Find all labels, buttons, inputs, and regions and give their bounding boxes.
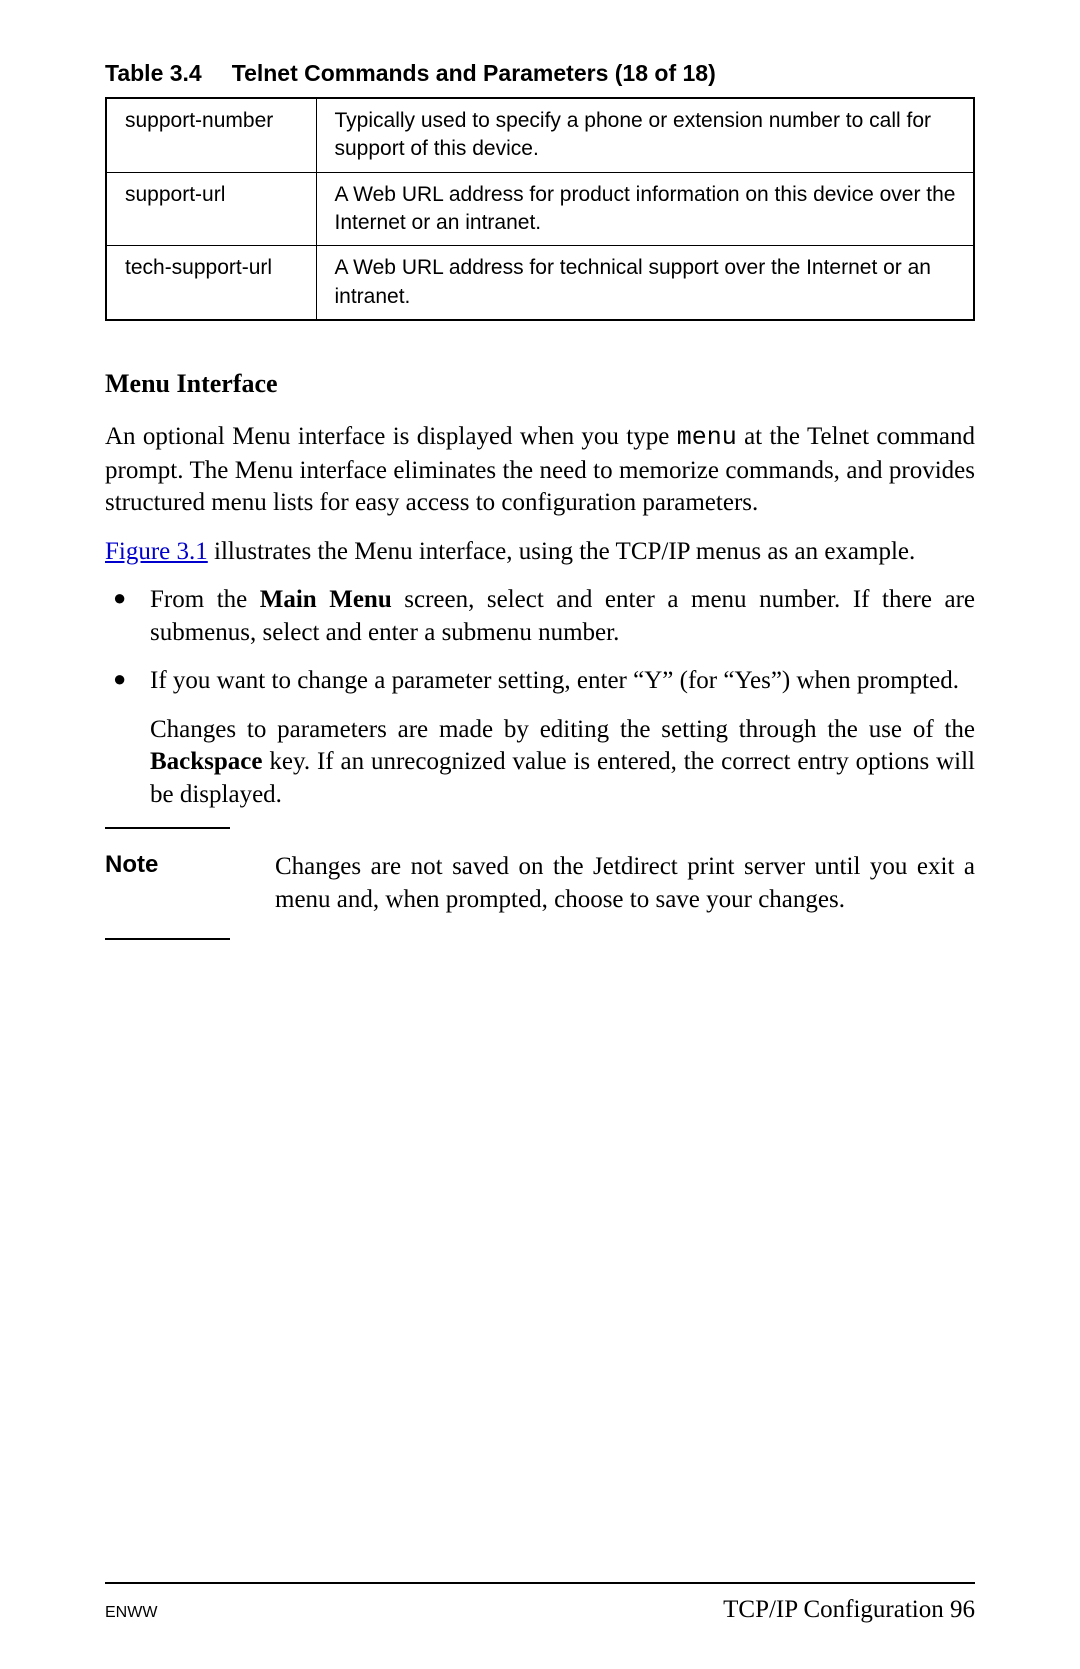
body-paragraph: An optional Menu interface is displayed … [105, 421, 975, 520]
para-text: Changes to parameters are made by editin… [150, 716, 975, 743]
figure-link[interactable]: Figure 3.1 [105, 538, 208, 565]
body-paragraph: Figure 3.1 illustrates the Menu interfac… [105, 536, 975, 569]
desc-cell: A Web URL address for product informatio… [316, 172, 974, 246]
cmd-cell: tech-support-url [106, 246, 316, 320]
list-item: From the Main Menu screen, select and en… [105, 584, 975, 649]
desc-cell: Typically used to specify a phone or ext… [316, 98, 974, 172]
table-number: Table 3.4 [105, 60, 202, 87]
bullet-list: From the Main Menu screen, select and en… [105, 584, 975, 698]
li-text: If you want to change a parameter settin… [150, 667, 959, 694]
cmd-cell: support-url [106, 172, 316, 246]
table-caption: Table 3.4 Telnet Commands and Parameters … [105, 60, 975, 87]
para-bold: Backspace [150, 748, 263, 775]
desc-cell: A Web URL address for technical support … [316, 246, 974, 320]
footer-right: TCP/IP Configuration 96 [723, 1596, 975, 1624]
li-bold: Main Menu [260, 586, 392, 613]
footer-left: ENWW [105, 1604, 157, 1622]
note-block: Note Changes are not saved on the Jetdir… [105, 827, 975, 940]
note-rule-top [105, 827, 230, 829]
mono-text: menu [677, 423, 737, 452]
page-footer: ENWW TCP/IP Configuration 96 [105, 1582, 975, 1624]
note-label: Note [105, 851, 275, 916]
note-text: Changes are not saved on the Jetdirect p… [275, 851, 975, 916]
footer-row: ENWW TCP/IP Configuration 96 [105, 1596, 975, 1624]
li-text: From the [150, 586, 260, 613]
table-row: support-url A Web URL address for produc… [106, 172, 974, 246]
commands-table: support-number Typically used to specify… [105, 97, 975, 321]
note-rule-bottom [105, 938, 230, 940]
cmd-cell: support-number [106, 98, 316, 172]
footer-rule [105, 1582, 975, 1584]
list-follow-paragraph: Changes to parameters are made by editin… [105, 714, 975, 812]
list-item: If you want to change a parameter settin… [105, 665, 975, 698]
table-row: tech-support-url A Web URL address for t… [106, 246, 974, 320]
table-title: Telnet Commands and Parameters (18 of 18… [232, 60, 716, 86]
para-text: illustrates the Menu interface, using th… [208, 538, 915, 565]
para-text: key. If an unrecognized value is entered… [150, 748, 975, 808]
table-row: support-number Typically used to specify… [106, 98, 974, 172]
section-heading: Menu Interface [105, 369, 975, 399]
para-text: An optional Menu interface is displayed … [105, 423, 677, 450]
note-row: Note Changes are not saved on the Jetdir… [105, 851, 975, 916]
